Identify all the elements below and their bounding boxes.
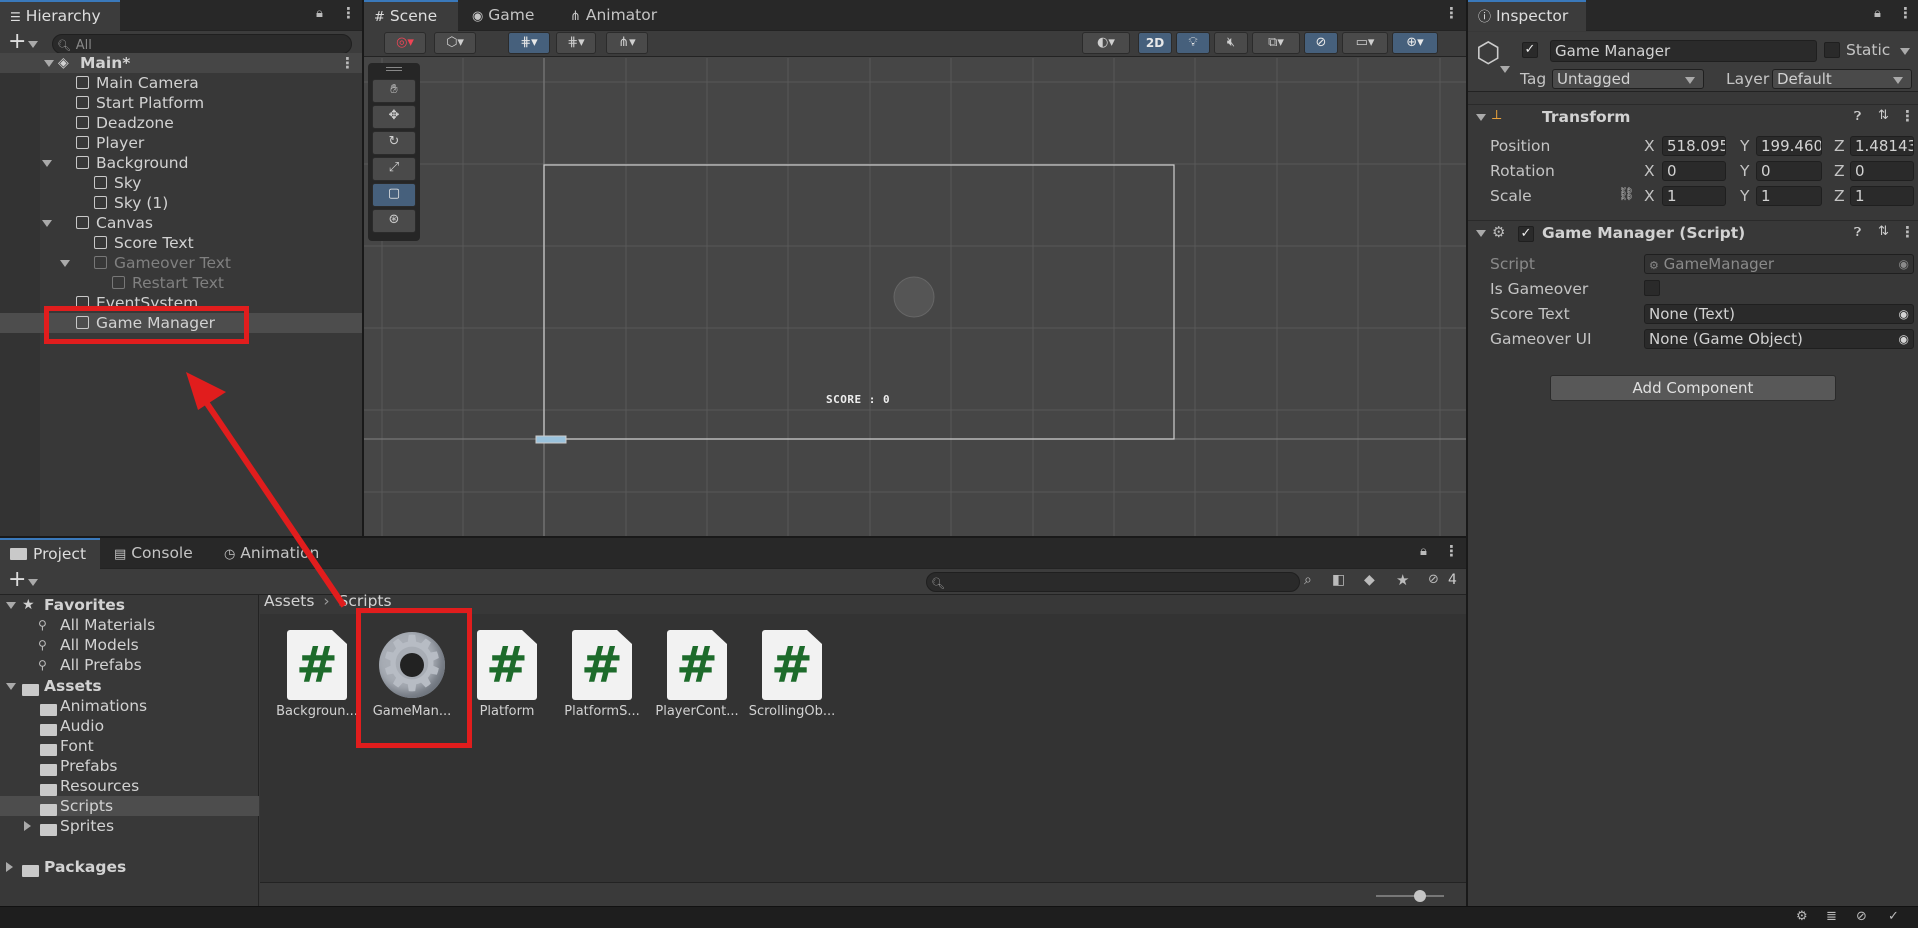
annotation-arrow [186, 372, 347, 608]
